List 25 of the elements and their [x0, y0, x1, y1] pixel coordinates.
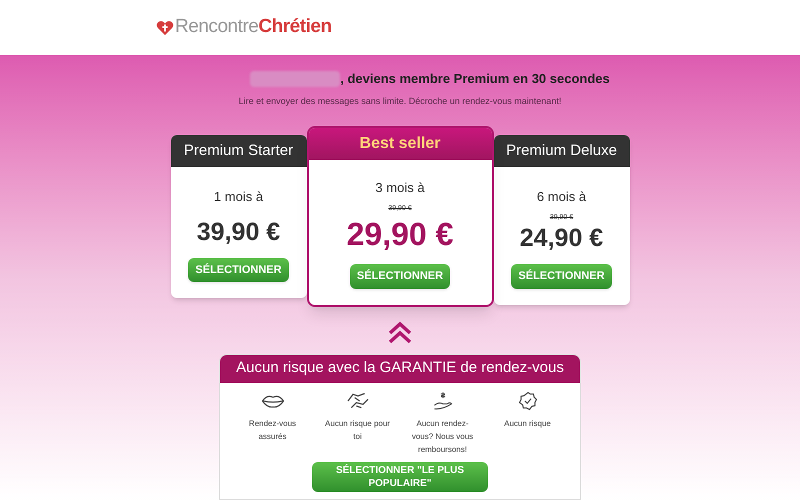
plan-duration: 1 mois à	[214, 188, 264, 206]
plan-duration: 6 mois à	[536, 188, 586, 206]
select-button[interactable]: SÉLECTIONNER	[350, 264, 450, 288]
headline: , deviens membre Premium en 30 secondes	[340, 70, 610, 88]
select-button[interactable]: SÉLECTIONNER	[188, 258, 289, 282]
select-popular-button[interactable]: SÉLECTIONNER "LE PLUS POPULAIRE"	[312, 462, 488, 492]
plan-title: Premium Starter	[184, 140, 294, 161]
logo-text: Chrétien	[258, 15, 332, 40]
plan-price: 24,90 €	[520, 223, 604, 254]
feature-label: Rendez-vous assurés	[248, 418, 298, 442]
plan-title: Premium Deluxe	[506, 140, 617, 161]
plan-title: Best seller	[360, 134, 440, 154]
plan-duration: 3 mois à	[375, 179, 425, 197]
plan-price: 39,90 €	[196, 216, 280, 248]
heart-cross-icon	[156, 20, 174, 36]
feature-label: Aucun rendez-vous? Nous vous remboursons!	[410, 418, 474, 456]
feature-label: Aucun risque	[503, 418, 552, 430]
hands-icon	[346, 390, 370, 410]
double-chevron-icon	[387, 320, 413, 344]
select-button[interactable]: SÉLECTIONNER	[511, 264, 612, 289]
guarantee-title: Aucun risque avec la GARANTIE de rendez-vous	[236, 358, 564, 378]
plan-price: 29,90 €	[346, 215, 454, 254]
feature-label: Aucun risque pour toi	[324, 418, 390, 442]
subtitle: Lire et envoyer des messages sans limite. Décroche un rendez-vous maintenant!	[238, 94, 562, 108]
logo-text: Rencontre	[175, 15, 258, 40]
